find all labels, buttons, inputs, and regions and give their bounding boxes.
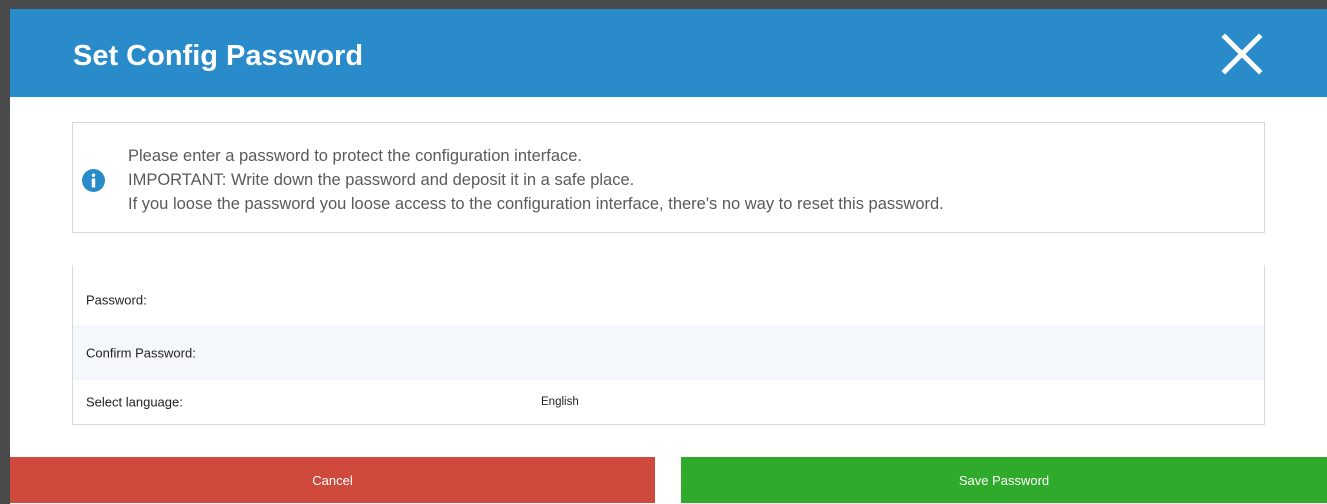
info-icon — [82, 169, 105, 192]
info-line: Please enter a password to protect the c… — [128, 147, 583, 165]
confirm-password-row: Confirm Password: — [73, 325, 1264, 380]
language-select[interactable]: English — [541, 396, 579, 408]
close-icon — [1221, 33, 1263, 75]
cancel-button[interactable]: Cancel — [10, 457, 655, 503]
password-input[interactable] — [540, 282, 1244, 318]
close-button[interactable] — [1217, 29, 1267, 79]
config-password-dialog: Set Config Password Please enter a passw… — [0, 0, 1327, 504]
dialog-title: Set Config Password — [73, 40, 364, 72]
dialog-header: Set Config Password — [10, 9, 1327, 97]
info-text: Please enter a password to protect the c… — [128, 144, 944, 216]
info-box: Please enter a password to protect the c… — [72, 122, 1265, 233]
language-label: Select language: — [86, 394, 183, 410]
confirm-password-label: Confirm Password: — [86, 345, 196, 360]
password-label: Password: — [86, 292, 147, 307]
save-password-button[interactable]: Save Password — [681, 457, 1327, 503]
confirm-password-input[interactable] — [540, 335, 1244, 371]
info-line-important: IMPORTANT: Write down the password and d… — [128, 171, 635, 189]
info-line-warning: If you loose the password you loose acce… — [128, 195, 944, 213]
password-form: Password: Confirm Password: Select langu… — [72, 265, 1265, 425]
password-row: Password: — [73, 272, 1264, 327]
language-row: Select language: English — [73, 380, 1264, 424]
